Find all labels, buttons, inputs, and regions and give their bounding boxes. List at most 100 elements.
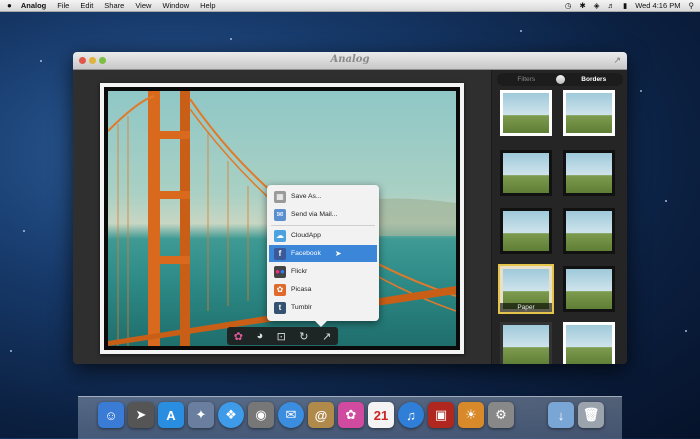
launchpad-icon[interactable]: ➤ <box>128 402 154 428</box>
toggle-knob[interactable] <box>555 75 565 84</box>
border-thumb[interactable] <box>563 150 615 196</box>
star <box>520 30 522 32</box>
border-thumb[interactable] <box>500 208 552 254</box>
title-bar[interactable]: Analog ↗ <box>73 52 627 70</box>
menu-share[interactable]: Share <box>104 1 124 10</box>
border-thumb[interactable] <box>563 208 615 254</box>
share-tumblr[interactable]: t Tumblr <box>269 299 377 316</box>
kite-thumbnail <box>503 211 549 251</box>
kite-thumbnail <box>566 325 612 364</box>
crop-icon[interactable]: ⊡ <box>277 330 286 343</box>
kite-thumbnail <box>503 325 549 364</box>
border-thumb[interactable] <box>563 266 615 312</box>
effects-panel: Filters Borders Paper <box>491 70 627 364</box>
adjust-icon[interactable]: ◕ <box>256 330 263 342</box>
share-save-as[interactable]: ▦ Save As... <box>269 188 377 205</box>
mail-icon: ✉ <box>274 208 286 221</box>
battery-icon[interactable]: ▮ <box>623 1 627 10</box>
share-flickr[interactable]: ● ● Flickr <box>269 263 377 280</box>
edit-toolbar: ✿ ◕ ⊡ ↻ ↗ <box>227 327 338 345</box>
menu-bar: ● Analog File Edit Share View Window Hel… <box>0 0 700 12</box>
kite-thumbnail <box>566 93 612 133</box>
share-item-label: Facebook <box>291 250 321 257</box>
facetime-icon[interactable]: ◉ <box>248 402 274 428</box>
spotlight-icon[interactable]: ⚲ <box>689 1 695 10</box>
kite-thumbnail <box>566 153 612 193</box>
system-preferences-icon[interactable]: ⚙ <box>488 402 514 428</box>
share-menu: ▦ Save As... ✉ Send via Mail... ☁ CloudA… <box>267 185 379 327</box>
kite-thumbnail <box>503 93 549 133</box>
star <box>23 230 25 232</box>
border-thumb[interactable] <box>563 322 615 364</box>
filter-wheel-icon[interactable]: ✿ <box>234 330 243 343</box>
safari-icon[interactable]: ❖ <box>218 402 244 428</box>
tab-filters[interactable]: Filters <box>497 76 556 83</box>
border-thumb[interactable] <box>500 322 552 364</box>
thumb-caption: Paper <box>500 303 552 312</box>
photo-booth-icon[interactable]: ▣ <box>428 402 454 428</box>
photo-flower-icon[interactable]: ✿ <box>338 402 364 428</box>
tumblr-icon: t <box>274 301 286 314</box>
finder-icon[interactable]: ☺ <box>98 402 124 428</box>
facebook-icon: f <box>274 247 286 260</box>
share-item-label: Flickr <box>291 268 308 275</box>
menu-help[interactable]: Help <box>200 1 215 10</box>
fullscreen-icon[interactable]: ↗ <box>613 55 621 66</box>
rotate-icon[interactable]: ↻ <box>299 330 308 343</box>
preview-eagle-icon[interactable]: ✦ <box>188 402 214 428</box>
share-cloudapp[interactable]: ☁ CloudApp <box>269 227 377 244</box>
menu-edit[interactable]: Edit <box>80 1 93 10</box>
share-item-label: Picasa <box>291 286 312 293</box>
status-area: ◷ ✱ ◈ ♬ ▮ Wed 4:16 PM ⚲ <box>565 1 700 10</box>
cursor-icon: ➤ <box>334 249 342 258</box>
star <box>230 38 232 40</box>
border-thumb-paper[interactable]: Paper <box>498 264 554 314</box>
analog-window: Analog ↗ ▦ Save As... ✉ Send via Mail...… <box>73 52 627 364</box>
app-store-icon[interactable]: A <box>158 402 184 428</box>
share-item-label: Send via Mail... <box>291 211 338 218</box>
star <box>40 60 42 62</box>
star <box>640 90 642 92</box>
main-content: ▦ Save As... ✉ Send via Mail... ☁ CloudA… <box>73 70 627 364</box>
save-icon: ▦ <box>274 190 286 203</box>
share-item-label: CloudApp <box>291 232 321 239</box>
clock[interactable]: Wed 4:16 PM <box>635 1 680 10</box>
picasa-icon: ✿ <box>274 283 286 296</box>
share-icon[interactable]: ↗ <box>322 330 331 343</box>
volume-icon[interactable]: ♬ <box>608 1 616 10</box>
kite-thumbnail <box>566 211 612 251</box>
kite-thumbnail <box>503 153 549 193</box>
star <box>665 200 667 202</box>
menu-file[interactable]: File <box>57 1 69 10</box>
star <box>685 330 687 332</box>
menu-divider <box>271 225 375 226</box>
filters-borders-toggle[interactable]: Filters Borders <box>497 73 623 86</box>
downloads-folder-icon[interactable]: ↓ <box>548 402 574 428</box>
cloud-icon: ☁ <box>274 229 286 242</box>
window-title: Analog <box>330 54 370 65</box>
apple-menu-icon[interactable]: ● <box>7 1 12 10</box>
flickr-icon: ● ● <box>274 265 286 278</box>
menu-view[interactable]: View <box>135 1 151 10</box>
iphoto-icon[interactable]: ☀ <box>458 402 484 428</box>
itunes-icon[interactable]: ♫ <box>398 402 424 428</box>
bluetooth-icon[interactable]: ✱ <box>579 1 585 10</box>
app-menu[interactable]: Analog <box>21 1 46 10</box>
share-picasa[interactable]: ✿ Picasa <box>269 281 377 298</box>
share-send-mail[interactable]: ✉ Send via Mail... <box>269 206 377 223</box>
messages-icon[interactable]: ✉ <box>278 402 304 428</box>
border-thumb[interactable] <box>563 90 615 136</box>
tab-borders[interactable]: Borders <box>565 76 624 83</box>
star <box>10 350 12 352</box>
timemachine-icon[interactable]: ◷ <box>565 1 572 10</box>
kite-thumbnail <box>566 269 612 309</box>
share-facebook[interactable]: f Facebook ➤ <box>269 245 377 262</box>
share-item-label: Save As... <box>291 193 322 200</box>
border-thumb[interactable] <box>500 90 552 136</box>
border-thumb[interactable] <box>500 150 552 196</box>
calendar-icon[interactable]: 21 <box>368 402 394 428</box>
contacts-icon[interactable]: @ <box>308 402 334 428</box>
wifi-icon[interactable]: ◈ <box>594 1 600 10</box>
trash-icon[interactable]: 🗑 <box>578 402 604 428</box>
menu-window[interactable]: Window <box>162 1 189 10</box>
